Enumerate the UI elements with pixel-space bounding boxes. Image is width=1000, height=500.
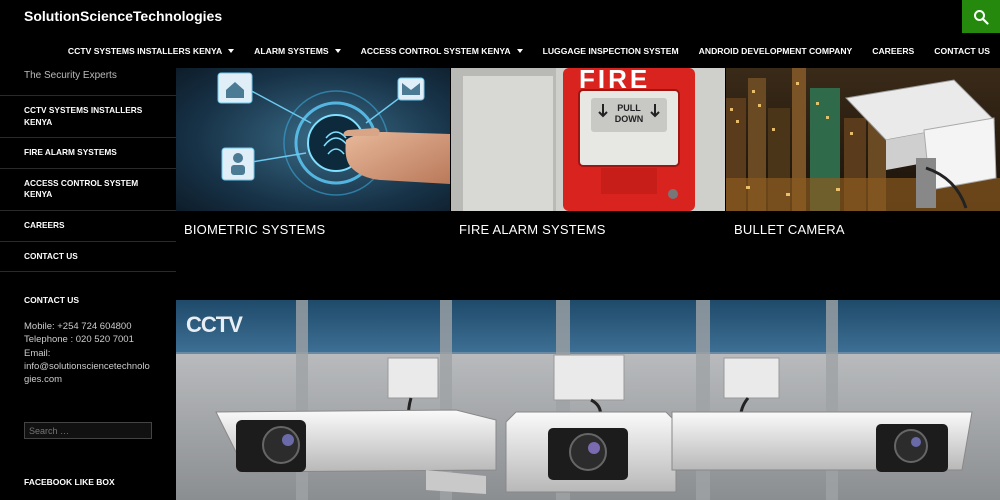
sidebar-search-input[interactable] [24,422,152,439]
featured-tile-title: BULLET CAMERA [734,222,845,237]
chevron-down-icon [334,49,341,53]
sidebar-item-contact-us[interactable]: CONTACT US [0,242,176,273]
contact-email[interactable]: info@solutionsciencetechnologies.com [24,360,154,387]
nav-item-cctv[interactable]: CCTV SYSTEMS INSTALLERS KENYA [58,46,244,56]
nav-item-careers[interactable]: CAREERS [862,46,924,56]
nav-item-alarm-systems[interactable]: ALARM SYSTEMS [244,46,350,56]
sidebar: The Security Experts CCTV SYSTEMS INSTAL… [0,68,176,500]
nav-item-android-development[interactable]: ANDROID DEVELOPMENT COMPANY [689,46,863,56]
pull-down-label: PULL DOWN [611,103,647,125]
nav-item-label: CAREERS [872,46,915,56]
banner-label: CCTV [186,312,243,337]
featured-tile-title: FIRE ALARM SYSTEMS [459,222,606,237]
nav-item-label: CCTV SYSTEMS INSTALLERS KENYA [67,46,223,56]
nav-item-label: ACCESS CONTROL SYSTEM KENYA [360,46,511,56]
sidebar-item-cctv[interactable]: CCTV SYSTEMS INSTALLERS KENYA [0,96,176,139]
nav-item-label: LUGGAGE INSPECTION SYSTEM [542,46,679,56]
sidebar-item-careers[interactable]: CAREERS [0,211,176,242]
nav-item-label: ANDROID DEVELOPMENT COMPANY [698,46,853,56]
site-description: The Security Experts [24,70,117,81]
nav-item-contact-us[interactable]: CONTACT US [924,46,1000,56]
sidebar-item-fire-alarm[interactable]: FIRE ALARM SYSTEMS [0,138,176,169]
site-title[interactable]: SolutionScienceTechnologies [24,8,222,24]
nav-item-luggage-inspection[interactable]: LUGGAGE INSPECTION SYSTEM [533,46,689,56]
contact-telephone: Telephone : 020 520 7001 [24,334,134,346]
contact-widget-title: CONTACT US [24,295,80,305]
nav-item-label: CONTACT US [934,46,990,56]
featured-tile-fire-alarm[interactable]: FIRE PULL DOWN FIRE ALARM SYSTEMS [451,68,725,248]
cctv-banner[interactable]: CCTV [176,300,1000,500]
pull-label: PULL [617,103,641,113]
chevron-down-icon [516,49,523,53]
fire-sign-text: FIRE [579,68,651,94]
featured-tile-biometric[interactable]: BIOMETRIC SYSTEMS [176,68,450,248]
primary-navigation: CCTV SYSTEMS INSTALLERS KENYA ALARM SYST… [58,38,1000,64]
secondary-menu: CCTV SYSTEMS INSTALLERS KENYA FIRE ALARM… [0,95,176,273]
biometric-image [176,68,450,211]
contact-mobile: Mobile: +254 724 604800 [24,321,132,332]
search-toggle-button[interactable] [962,0,1000,33]
fire-alarm-image: FIRE PULL DOWN [451,68,725,211]
site-header: SolutionScienceTechnologies CCTV SYSTEMS… [0,0,1000,68]
nav-item-label: ALARM SYSTEMS [254,46,329,56]
contact-info: Mobile: +254 724 604800 Telephone : 020 … [24,320,154,386]
facebook-widget-title: FACEBOOK LIKE BOX [24,477,115,487]
nav-item-access-control[interactable]: ACCESS CONTROL SYSTEM KENYA [351,46,533,56]
featured-content: BIOMETRIC SYSTEMS FIRE PULL DOWN FIRE AL… [176,68,1000,248]
featured-tile-title: BIOMETRIC SYSTEMS [184,222,326,237]
down-label: DOWN [614,114,644,124]
bullet-camera-image [726,68,1000,211]
contact-email-label: Email: [24,347,51,359]
search-icon [974,9,989,25]
chevron-down-icon [228,49,235,53]
sidebar-item-access-control[interactable]: ACCESS CONTROL SYSTEM KENYA [0,169,176,212]
featured-tile-bullet-camera[interactable]: BULLET CAMERA [726,68,1000,248]
